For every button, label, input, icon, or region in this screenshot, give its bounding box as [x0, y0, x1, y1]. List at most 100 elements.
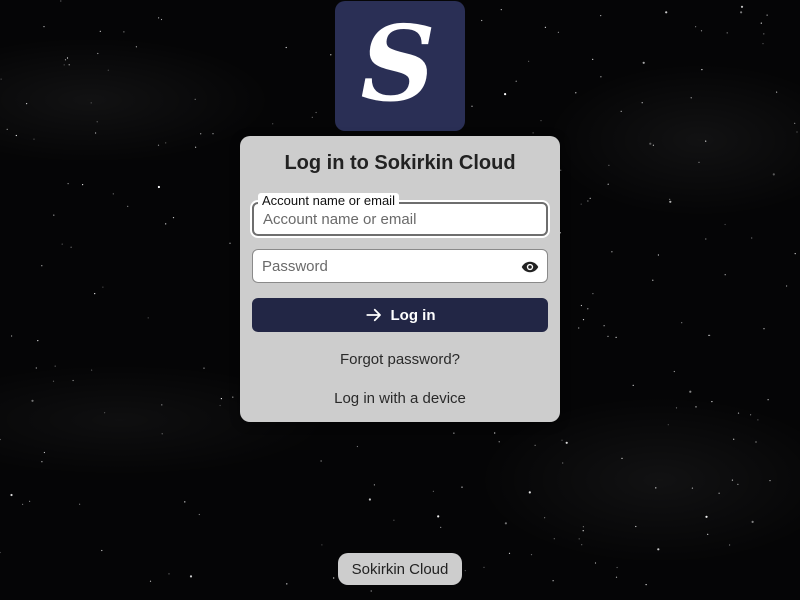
star: [562, 462, 564, 464]
star: [620, 110, 622, 112]
star: [194, 98, 196, 100]
device-login-link[interactable]: Log in with a device: [240, 390, 560, 407]
password-input[interactable]: [262, 250, 522, 282]
star: [691, 487, 694, 489]
star: [760, 22, 762, 24]
star: [63, 64, 65, 66]
account-input[interactable]: [263, 204, 523, 234]
star: [321, 544, 323, 546]
star: [750, 414, 752, 416]
star: [724, 223, 726, 226]
star: [161, 433, 163, 435]
star: [578, 327, 580, 329]
star: [657, 548, 660, 551]
star: [594, 562, 597, 564]
star: [165, 142, 167, 144]
star: [544, 517, 546, 519]
star: [582, 526, 585, 528]
star: [22, 503, 24, 505]
star: [592, 293, 594, 295]
star: [102, 286, 104, 288]
star: [494, 432, 496, 434]
star: [615, 576, 618, 578]
star: [707, 533, 709, 535]
star: [68, 64, 70, 66]
star: [64, 59, 67, 61]
star: [127, 205, 129, 207]
star: [600, 15, 602, 17]
eye-icon[interactable]: [521, 258, 539, 276]
login-page: S Log in to Sokirkin Cloud Account name …: [0, 0, 800, 600]
star: [675, 407, 678, 409]
star: [561, 439, 563, 441]
star: [755, 441, 757, 443]
star: [0, 438, 1, 441]
login-button[interactable]: Log in: [252, 298, 548, 332]
star: [794, 122, 796, 124]
star: [315, 111, 317, 114]
star: [641, 102, 643, 104]
star: [645, 584, 647, 586]
star: [652, 144, 655, 146]
star: [681, 322, 683, 324]
star: [528, 60, 530, 62]
star: [669, 198, 671, 200]
arrow-right-icon: [365, 308, 381, 322]
star: [172, 217, 175, 219]
star: [54, 365, 56, 367]
star: [673, 370, 675, 373]
star: [769, 480, 771, 482]
star: [695, 26, 697, 28]
star: [763, 328, 765, 330]
star: [15, 134, 17, 137]
star: [796, 131, 798, 133]
star: [97, 52, 99, 55]
star: [26, 103, 28, 105]
login-title: Log in to Sokirkin Cloud: [284, 152, 516, 174]
star: [91, 369, 93, 371]
star: [665, 11, 668, 14]
star: [607, 335, 609, 337]
star: [333, 577, 335, 579]
star: [52, 380, 55, 382]
star: [160, 18, 163, 21]
star: [35, 367, 37, 369]
star: [147, 317, 149, 319]
star: [464, 570, 466, 572]
star: [528, 491, 531, 494]
star: [203, 367, 205, 369]
star: [220, 398, 222, 400]
password-field[interactable]: [252, 249, 548, 283]
star: [615, 336, 617, 338]
star: [101, 549, 103, 552]
star: [165, 223, 167, 225]
star: [79, 503, 81, 505]
star: [581, 544, 583, 546]
star: [158, 17, 160, 19]
star: [31, 399, 34, 402]
star: [107, 69, 109, 71]
star: [700, 30, 703, 32]
star: [393, 519, 395, 521]
star: [10, 493, 13, 497]
star: [553, 538, 555, 540]
star: [731, 479, 734, 481]
star: [690, 97, 692, 99]
star: [705, 238, 707, 240]
forgot-password-link[interactable]: Forgot password?: [240, 351, 560, 368]
star: [794, 253, 796, 255]
star: [157, 144, 160, 146]
star: [135, 46, 137, 48]
star: [705, 515, 708, 518]
star: [229, 242, 231, 244]
star: [772, 173, 775, 176]
star: [582, 530, 584, 532]
star: [70, 246, 72, 248]
star: [272, 123, 274, 125]
star: [90, 102, 92, 104]
star: [500, 9, 502, 11]
star: [552, 580, 554, 582]
star: [471, 105, 473, 107]
star: [642, 61, 645, 64]
star: [184, 501, 186, 503]
